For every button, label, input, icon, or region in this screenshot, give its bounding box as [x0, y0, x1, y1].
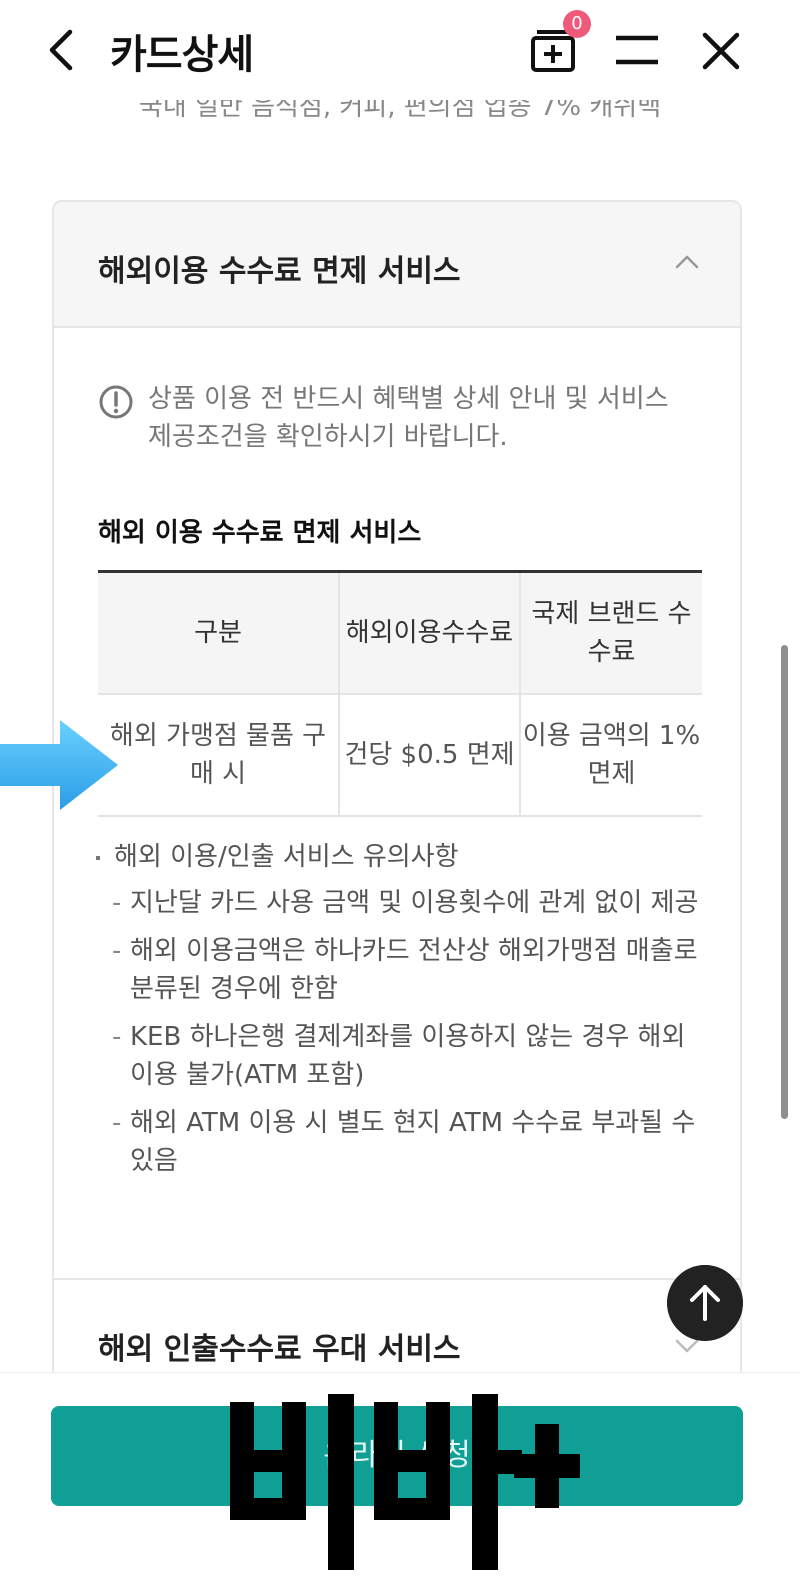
table-cell: 해외 가맹점 물품 구매 시: [98, 693, 340, 817]
table-header-row: 구분 해외이용수수료 국제 브랜드 수수료: [98, 571, 702, 695]
scroll-to-top-button[interactable]: [667, 1265, 743, 1341]
cart-count-badge: 0: [563, 10, 591, 38]
section-subtitle: 해외 이용 수수료 면제 서비스: [98, 518, 422, 548]
accordion-title: 해외이용 수수료 면제 서비스: [98, 254, 461, 289]
exclamation-circle-icon: [99, 385, 133, 419]
fee-table: 구분 해외이용수수료 국제 브랜드 수수료 해외 가맹점 물품 구매 시 건당 …: [98, 570, 702, 817]
table-header-cell: 국제 브랜드 수수료: [520, 571, 702, 695]
watermark-logo: [230, 1394, 580, 1570]
table-header-cell: 구분: [98, 571, 340, 695]
list-item: KEB 하나은행 결제계좌를 이용하지 않는 경우 해외이용 불가(ATM 포함…: [96, 1018, 706, 1094]
benefit-accordion-panel: 해외이용 수수료 면제 서비스 상품 이용 전 반드시 혜택별 상세 안내 및 …: [52, 200, 742, 1400]
top-header: 카드상세 0: [0, 0, 800, 100]
notes-title: 해외 이용/인출 서비스 유의사항: [96, 838, 706, 876]
close-icon[interactable]: [698, 28, 744, 74]
chevron-down-icon[interactable]: [674, 1338, 700, 1356]
table-cell: 이용 금액의 1% 면제: [520, 693, 702, 817]
accordion-header-overseas-fee[interactable]: 해외이용 수수료 면제 서비스: [54, 202, 740, 328]
table-cell: 건당 $0.5 면제: [339, 693, 521, 817]
page-title: 카드상세: [110, 32, 254, 78]
chevron-up-icon[interactable]: [674, 252, 700, 270]
list-item: 지난달 카드 사용 금액 및 이용횟수에 관계 없이 제공: [96, 884, 706, 922]
arrow-right-icon: [0, 720, 118, 810]
notice-text: 상품 이용 전 반드시 혜택별 상세 안내 및 서비스 제공조건을 확인하시기 …: [148, 384, 669, 452]
menu-icon[interactable]: [612, 32, 662, 72]
list-item: 해외 이용금액은 하나카드 전산상 해외가맹점 매출로 분류된 경우에 한함: [96, 932, 706, 1008]
notes-list: 해외 이용/인출 서비스 유의사항 지난달 카드 사용 금액 및 이용횟수에 관…: [96, 838, 706, 1190]
accordion-title: 해외 인출수수료 우대 서비스: [98, 1332, 461, 1367]
table-row: 해외 가맹점 물품 구매 시 건당 $0.5 면제 이용 금액의 1% 면제: [98, 693, 702, 817]
scrollbar[interactable]: [781, 645, 788, 1119]
back-arrow-icon[interactable]: [40, 26, 84, 74]
list-item: 해외 ATM 이용 시 별도 현지 ATM 수수료 부과될 수 있음: [96, 1104, 706, 1180]
table-header-cell: 해외이용수수료: [339, 571, 521, 695]
